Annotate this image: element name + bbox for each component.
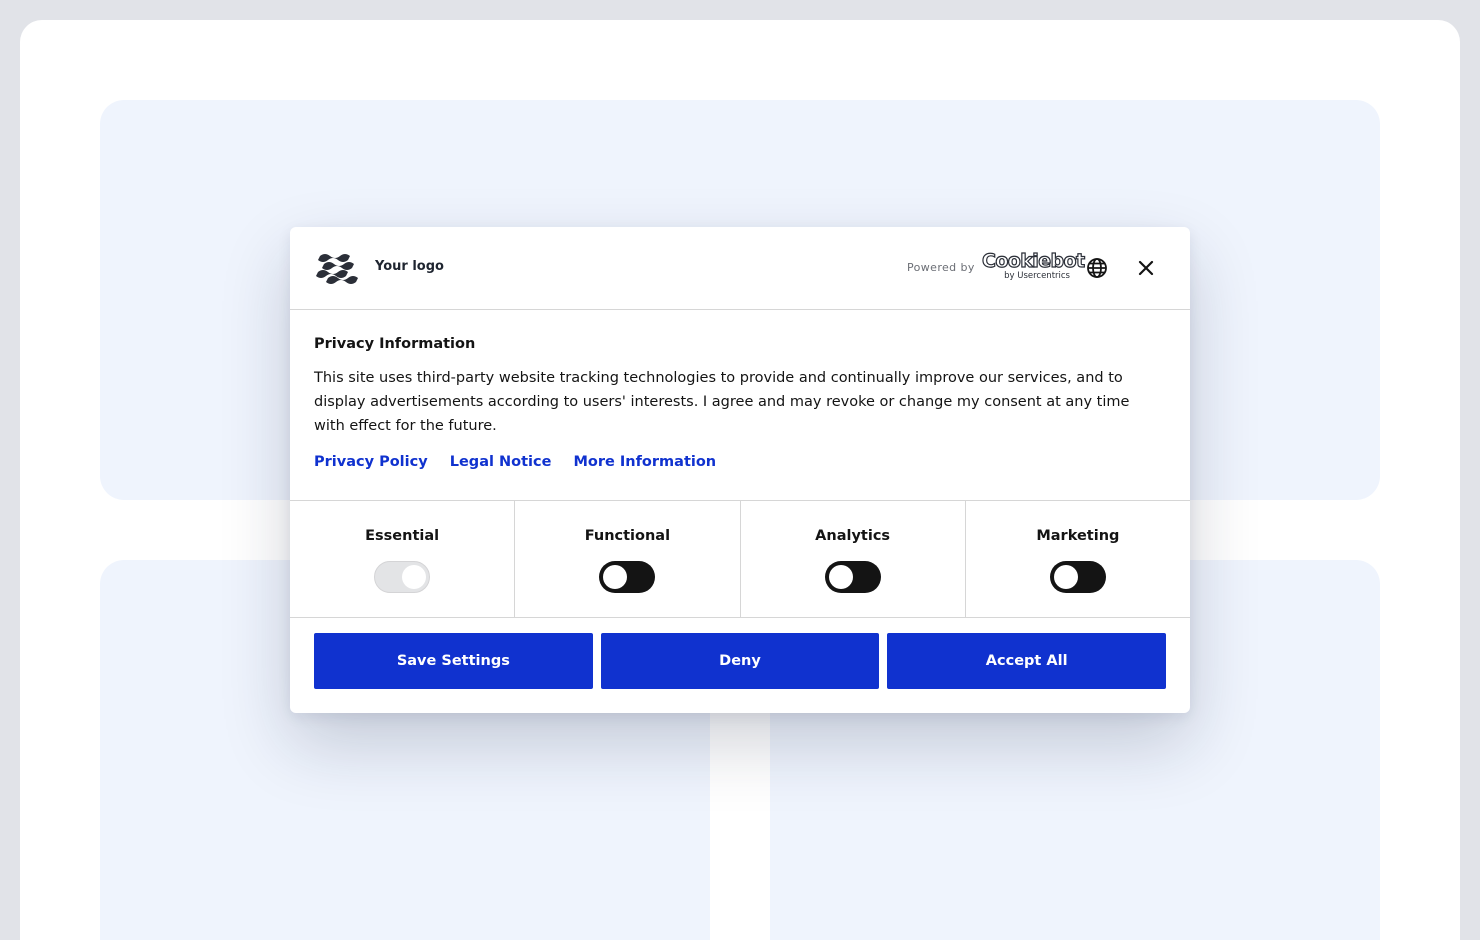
powered-by-label: Powered by [907,261,975,274]
category-functional: Functional [515,501,741,617]
dialog-description: This site uses third-party website track… [314,370,1130,434]
marketing-toggle[interactable] [1049,561,1106,593]
consent-categories: Essential Functional Analytics Marketing [290,500,1190,618]
logo-icon [316,254,358,284]
action-buttons: Save Settings Deny Accept All [314,633,1167,689]
toggle-knob [828,565,853,589]
cookie-consent-dialog: Your logo Powered by Cookiebot by Userce… [290,227,1190,713]
essential-toggle [374,561,431,593]
privacy-policy-link[interactable]: Privacy Policy [314,454,428,470]
provider-name: Cookiebot [981,249,1085,272]
provider-sub: by Usercentrics [1004,271,1070,281]
category-marketing: Marketing [966,501,1190,617]
dialog-body: Privacy Information This site uses third… [290,310,1190,500]
policy-links: Privacy Policy Legal Notice More Informa… [314,454,733,470]
close-icon[interactable] [1135,257,1157,279]
category-analytics: Analytics [741,501,966,617]
category-label: Marketing [1036,528,1120,544]
globe-icon[interactable] [1086,257,1108,279]
dialog-title: Privacy Information [314,336,476,352]
provider-logo: Cookiebot by Usercentrics [981,249,1085,281]
save-settings-button[interactable]: Save Settings [314,633,593,689]
category-label: Essential [365,528,440,544]
accept-all-button[interactable]: Accept All [887,633,1167,689]
legal-notice-link[interactable]: Legal Notice [450,454,552,470]
category-label: Analytics [815,528,891,544]
deny-button[interactable]: Deny [600,633,880,689]
category-essential: Essential [290,501,516,617]
more-information-link[interactable]: More Information [573,454,716,470]
category-label: Functional [584,528,671,544]
analytics-toggle[interactable] [824,561,881,593]
dialog-header: Your logo Powered by Cookiebot by Userce… [290,227,1190,310]
toggle-knob [603,565,628,589]
functional-toggle[interactable] [599,561,656,593]
toggle-knob [1053,565,1078,589]
logo-text: Your logo [375,259,444,274]
toggle-knob [402,565,427,589]
